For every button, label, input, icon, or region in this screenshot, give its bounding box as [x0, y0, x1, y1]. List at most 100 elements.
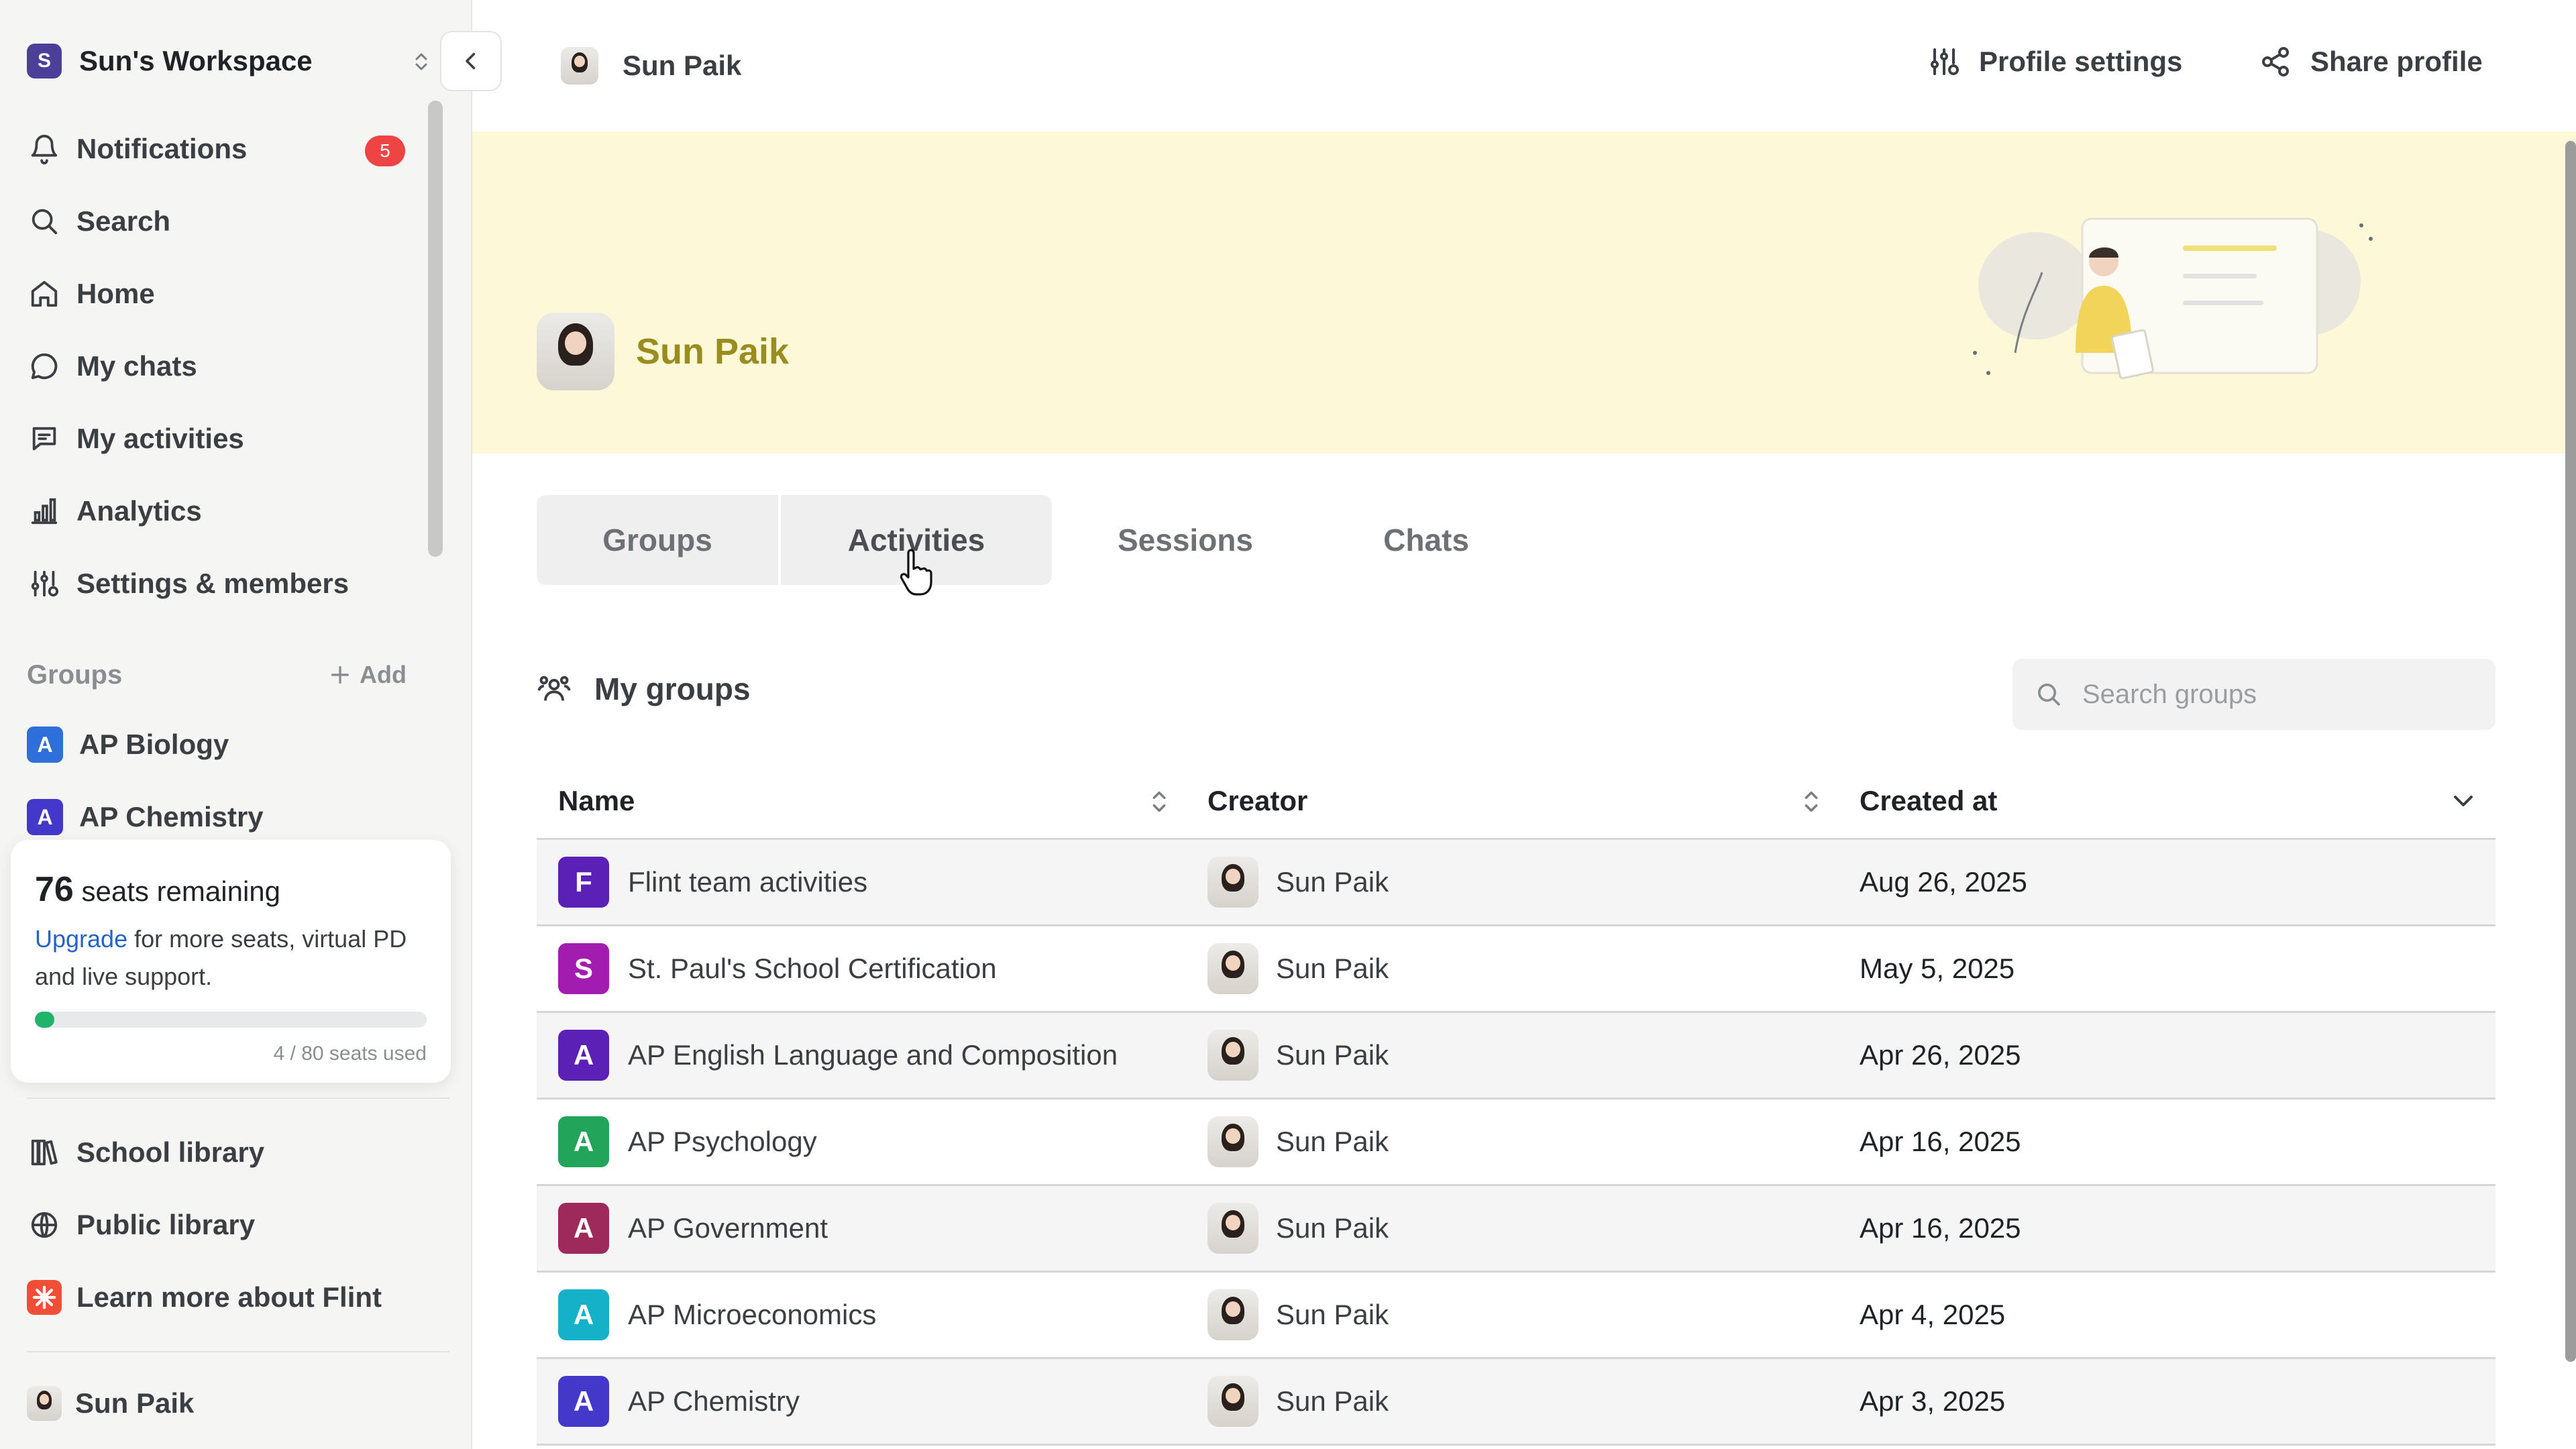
table-row[interactable]: F Flint team activities Sun Paik Aug 26, … — [537, 840, 2496, 926]
upgrade-link[interactable]: Upgrade — [35, 925, 127, 953]
table-row[interactable]: S St. Paul's School Certification Sun Pai… — [537, 926, 2496, 1013]
sidebar-item-notifications[interactable]: Notifications 5 — [25, 119, 415, 178]
column-header-creator[interactable]: Creator — [1189, 763, 1841, 838]
sidebar-group-item[interactable]: A AP Chemistry — [27, 792, 416, 843]
library-books-icon — [25, 1134, 63, 1171]
group-name: AP Psychology — [628, 1126, 817, 1157]
sidebar-item-label: School library — [76, 1136, 265, 1168]
seats-used-text: 4 / 80 seats used — [273, 1042, 427, 1065]
created-date: Aug 26, 2025 — [1860, 866, 2027, 898]
hand-cursor-icon — [900, 549, 932, 596]
avatar — [1208, 1289, 1258, 1340]
tab-chats[interactable]: Chats — [1319, 495, 1534, 585]
group-name: AP Chemistry — [628, 1385, 800, 1417]
group-letter-badge: A — [558, 1289, 609, 1340]
seats-label: seats remaining — [81, 875, 280, 907]
message-square-icon — [25, 420, 63, 458]
add-group-button[interactable]: Add — [329, 661, 407, 689]
column-header-created-at[interactable]: Created at — [1841, 763, 2496, 838]
tab-groups[interactable]: Groups — [537, 495, 778, 585]
sidebar-item-label: Search — [76, 205, 171, 237]
profile-settings-button[interactable]: Profile settings — [1928, 46, 2182, 78]
workspace-name: Sun's Workspace — [79, 45, 313, 76]
table-header: Name Creator Created at — [537, 763, 2496, 840]
sidebar-item-my-activities[interactable]: My activities — [25, 409, 415, 468]
main-scrollbar[interactable] — [2565, 141, 2576, 1362]
chat-bubble-icon — [25, 347, 63, 385]
column-header-name[interactable]: Name — [537, 763, 1189, 838]
search-groups-field[interactable] — [2012, 659, 2496, 730]
sidebar-item-label: Notifications — [76, 133, 248, 164]
sidebar-item-analytics[interactable]: Analytics — [25, 482, 415, 541]
search-icon — [2038, 684, 2060, 706]
groups-header-label: Groups — [27, 659, 123, 690]
users-icon — [537, 676, 571, 701]
avatar — [1208, 1116, 1258, 1167]
created-date: May 5, 2025 — [1860, 953, 2015, 984]
tab-sessions[interactable]: Sessions — [1052, 495, 1319, 585]
group-letter-badge: A — [558, 1116, 609, 1167]
sidebar-item-search[interactable]: Search — [25, 192, 415, 251]
table-row[interactable]: A AP English Language and Composition Sun… — [537, 1013, 2496, 1099]
profile-header: Sun Paik — [537, 313, 789, 390]
avatar — [1208, 1030, 1258, 1081]
bar-chart-icon — [25, 492, 63, 530]
sidebar-item-home[interactable]: Home — [25, 264, 415, 323]
groups-table: Name Creator Created at F Flint team acti… — [537, 763, 2496, 1446]
plus-icon — [331, 665, 350, 684]
sidebar-item-label: Public library — [76, 1209, 256, 1240]
sidebar-scrollbar[interactable] — [428, 101, 443, 557]
profile-tabs: Groups Activities Sessions Chats — [537, 495, 1534, 585]
current-user-name: Sun Paik — [75, 1387, 195, 1419]
column-header-label: Name — [558, 784, 635, 816]
my-groups-title: My groups — [594, 672, 751, 706]
share-profile-button[interactable]: Share profile — [2259, 46, 2483, 78]
seats-progress-fill — [35, 1012, 55, 1028]
group-name: Flint team activities — [628, 866, 868, 898]
workspace-switcher[interactable]: S Sun's Workspace — [27, 40, 429, 82]
collapse-sidebar-button[interactable] — [440, 31, 502, 91]
sidebar-divider — [27, 1351, 449, 1352]
chevron-down-icon — [2454, 796, 2473, 806]
sidebar-group-item[interactable]: A AP Biology — [27, 719, 416, 770]
app-root: S Sun's Workspace Notifications 5 Search… — [0, 0, 2576, 1449]
main-content: Sun Paik Profile settings Share profile … — [472, 0, 2576, 1449]
sidebar-item-public-library[interactable]: Public library — [25, 1195, 415, 1254]
sidebar-item-school-library[interactable]: School library — [25, 1123, 415, 1182]
chevron-updown-icon — [415, 53, 427, 70]
sidebar-item-my-chats[interactable]: My chats — [25, 337, 415, 396]
notification-count-badge: 5 — [365, 136, 405, 166]
settings-sliders-icon — [25, 565, 63, 602]
breadcrumb: Sun Paik — [561, 47, 741, 85]
sort-icon — [1805, 791, 1818, 812]
workspace-badge: S — [27, 44, 62, 78]
group-letter-badge: F — [558, 857, 609, 908]
sidebar-item-label: My activities — [76, 423, 244, 454]
profile-avatar — [537, 313, 614, 390]
seats-progress-bar — [35, 1012, 427, 1028]
bell-icon — [25, 130, 63, 168]
avatar — [1208, 943, 1258, 994]
table-row[interactable]: A AP Government Sun Paik Apr 16, 2025 — [537, 1186, 2496, 1273]
creator-name: Sun Paik — [1276, 1385, 1389, 1417]
sidebar-item-learn-more[interactable]: Learn more about Flint — [25, 1268, 415, 1327]
search-groups-input[interactable] — [2082, 679, 2458, 710]
settings-sliders-icon — [1931, 48, 1959, 75]
share-profile-label: Share profile — [2310, 46, 2483, 77]
sidebar-item-label: Analytics — [76, 495, 202, 527]
sidebar-item-settings-members[interactable]: Settings & members — [25, 554, 415, 613]
creator-name: Sun Paik — [1276, 953, 1389, 984]
created-date: Apr 26, 2025 — [1860, 1039, 2021, 1071]
home-icon — [25, 275, 63, 313]
group-letter-badge: A — [27, 727, 63, 763]
column-header-label: Creator — [1208, 784, 1308, 816]
table-row[interactable]: A AP Psychology Sun Paik Apr 16, 2025 — [537, 1099, 2496, 1186]
group-name: AP English Language and Composition — [628, 1039, 1118, 1071]
group-letter-badge: A — [558, 1376, 609, 1427]
search-icon — [25, 203, 63, 240]
current-user-menu[interactable]: Sun Paik — [27, 1382, 194, 1425]
table-row[interactable]: A AP Microeconomics Sun Paik Apr 4, 2025 — [537, 1273, 2496, 1359]
table-row[interactable]: A AP Chemistry Sun Paik Apr 3, 2025 — [537, 1359, 2496, 1446]
profile-illustration — [1973, 217, 2373, 380]
sidebar-item-label: Home — [76, 278, 155, 309]
